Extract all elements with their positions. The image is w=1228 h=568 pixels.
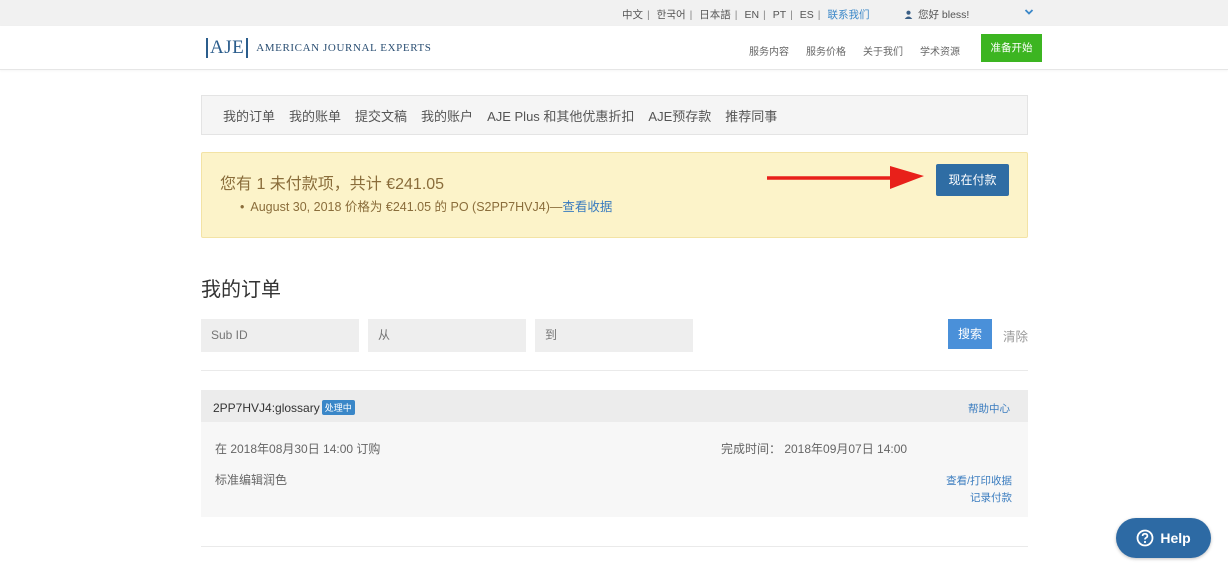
lang-en[interactable]: EN (744, 9, 759, 21)
greeting-text: 您好 bless! (918, 9, 970, 21)
help-label: Help (1160, 530, 1191, 546)
main-nav: 服务内容 服务价格 关于我们 学术资源 (749, 43, 977, 58)
from-date-input[interactable] (368, 319, 526, 352)
account-nav-bills[interactable]: 我的账单 (289, 106, 341, 125)
divider (201, 370, 1028, 371)
completion-date: 完成时间： 2018年09月07日 14:00 (721, 442, 908, 456)
order-body (201, 422, 1028, 517)
alert-item: • August 30, 2018 价格为 €241.05 的 PO (S2PP7… (240, 200, 613, 214)
order-date: 在 2018年08月30日 14:00 订购 (215, 442, 381, 456)
red-arrow-icon (767, 166, 924, 189)
sub-id-input[interactable] (201, 319, 359, 352)
lang-pt[interactable]: PT (773, 9, 786, 21)
logo-mark: AJE (206, 38, 249, 58)
account-nav-refer[interactable]: 推荐同事 (725, 106, 777, 125)
alert-item-text: August 30, 2018 价格为 €241.05 的 PO (S2PP7H… (250, 200, 563, 214)
account-nav: 我的订单 我的账单 提交文稿 我的账户 AJE Plus 和其他优惠折扣 AJE… (201, 95, 1028, 135)
divider (201, 546, 1028, 547)
lang-ja[interactable]: 日本語 (699, 9, 731, 21)
lang-es[interactable]: ES (800, 9, 814, 21)
status-badge: 处理中 (321, 400, 355, 415)
account-nav-account[interactable]: 我的账户 (421, 106, 473, 125)
alert-title: 您有 1 未付款项，共计 €241.05 (220, 176, 445, 193)
account-nav-submit[interactable]: 提交文稿 (355, 106, 407, 125)
order-header: 2PP7HVJ4:glossary 处理中 (201, 390, 1028, 422)
help-center-link[interactable]: 帮助中心 (968, 401, 1010, 416)
contact-link[interactable]: 联系我们 (827, 9, 869, 21)
service-type: 标准编辑润色 (215, 473, 288, 487)
lang-ko[interactable]: 한국어 (657, 9, 686, 21)
order-id: 2PP7HVJ4:glossary 处理中 (213, 400, 355, 415)
nav-resources[interactable]: 学术资源 (920, 43, 960, 58)
account-nav-orders[interactable]: 我的订单 (223, 106, 275, 125)
site-header: AJE American Journal Experts 服务内容 服务价格 关… (0, 26, 1228, 70)
chevron-down-icon[interactable] (1024, 7, 1034, 17)
question-circle-icon (1136, 529, 1154, 547)
order-id-text: 2PP7HVJ4:glossary (213, 401, 320, 415)
aje-logo[interactable]: AJE American Journal Experts (206, 38, 432, 58)
help-button[interactable]: Help (1116, 518, 1211, 558)
language-switcher: 中文 | 한국어 | 日本語 | EN | PT | ES | 联系我们 (622, 9, 870, 21)
nav-services[interactable]: 服务内容 (749, 43, 789, 58)
nav-about[interactable]: 关于我们 (863, 43, 903, 58)
account-nav-plus[interactable]: AJE Plus 和其他优惠折扣 (487, 106, 634, 125)
search-button[interactable]: 搜索 (948, 319, 992, 349)
user-icon (904, 10, 913, 19)
lang-zh[interactable]: 中文 (622, 9, 643, 21)
nav-pricing[interactable]: 服务价格 (806, 43, 846, 58)
to-date-input[interactable] (535, 319, 693, 352)
view-print-receipt-link[interactable]: 查看/打印收据 (946, 473, 1012, 488)
logo-text: American Journal Experts (256, 42, 432, 54)
orders-title: 我的订单 (201, 279, 281, 301)
record-payment-link[interactable]: 记录付款 (970, 490, 1012, 505)
pay-now-button[interactable]: 现在付款 (936, 164, 1009, 196)
utility-bar: 中文 | 한국어 | 日本語 | EN | PT | ES | 联系我们 您好 bless! (0, 0, 1228, 26)
clear-link[interactable]: 清除 (1003, 326, 1028, 345)
view-receipt-link[interactable]: 查看收据 (562, 200, 612, 214)
user-greeting[interactable]: 您好 bless! (904, 7, 969, 22)
get-started-button[interactable]: 准备开始 (981, 34, 1042, 62)
account-nav-prepaid[interactable]: AJE预存款 (648, 106, 711, 125)
